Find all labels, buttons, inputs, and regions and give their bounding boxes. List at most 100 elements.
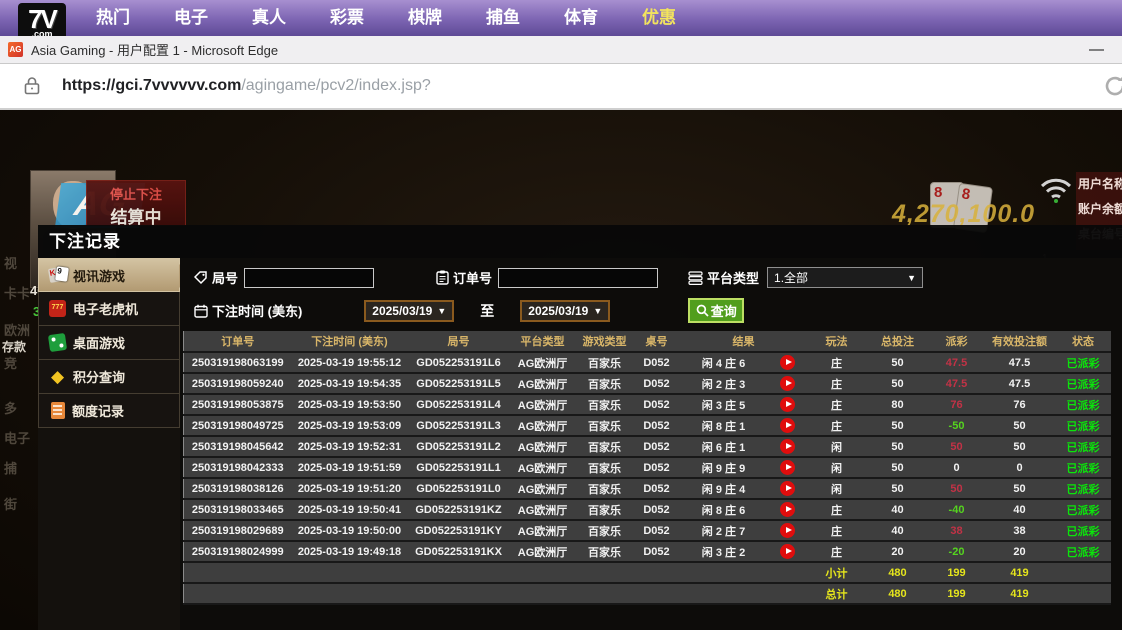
cell-payout: 47.5 <box>930 373 984 394</box>
cell-play-btn <box>768 478 808 499</box>
search-icon <box>696 304 709 317</box>
modal-sidebar: 视讯游戏电子老虎机桌面游戏◆积分查询额度记录 <box>38 258 180 630</box>
play-video-button[interactable] <box>780 355 795 370</box>
clipboard-icon <box>436 270 449 285</box>
sidebar-item-slot[interactable]: 电子老虎机 <box>38 292 180 326</box>
nav-item[interactable]: 真人 <box>252 3 286 28</box>
sidebar-item-diamond[interactable]: ◆积分查询 <box>38 360 180 394</box>
play-video-button[interactable] <box>780 502 795 517</box>
bet-records-modal: 下注记录 视讯游戏电子老虎机桌面游戏◆积分查询额度记录 局号 订单号 <box>38 225 1122 630</box>
sidebar-item-label: 视讯游戏 <box>73 266 125 285</box>
platform-label-wrap: 平台类型 <box>688 268 759 287</box>
subtotal-status <box>1056 562 1111 583</box>
session-info-label: 用户名称: <box>1078 175 1122 192</box>
refresh-icon[interactable] <box>1102 73 1122 99</box>
sidebar-item-document[interactable]: 额度记录 <box>38 394 180 428</box>
cell-total-bet: 50 <box>866 457 930 478</box>
cell-play-btn <box>768 352 808 373</box>
cell-result: 闲 4 庄 6 <box>680 352 768 373</box>
filter-row-1: 局号 订单号 平台类型 1.全部 <box>194 267 923 288</box>
order-no-label: 订单号 <box>453 268 492 287</box>
cell-time: 2025-03-19 19:49:18 <box>292 541 408 562</box>
cell-result: 闲 9 庄 4 <box>680 478 768 499</box>
subtotal-payout: 199 <box>930 562 984 583</box>
cell-play-btn <box>768 373 808 394</box>
play-video-button[interactable] <box>780 418 795 433</box>
cell-play-method: 庄 <box>808 499 866 520</box>
play-video-button[interactable] <box>780 397 795 412</box>
tag-icon <box>194 271 208 285</box>
cell-play-btn <box>768 520 808 541</box>
cell-blank <box>184 583 808 604</box>
sidebar-item-dice[interactable]: 桌面游戏 <box>38 326 180 360</box>
cell-time: 2025-03-19 19:54:35 <box>292 373 408 394</box>
column-header: 总投注 <box>866 331 930 352</box>
order-no-input[interactable] <box>498 268 658 288</box>
cell-total-bet: 80 <box>866 394 930 415</box>
play-video-button[interactable] <box>780 460 795 475</box>
cell-play-method: 庄 <box>808 352 866 373</box>
screen: 7V .com 热门电子真人彩票棋牌捕鱼体育优惠 AG Asia Gaming … <box>0 0 1122 630</box>
play-video-button[interactable] <box>780 439 795 454</box>
game-no-input[interactable] <box>244 268 374 288</box>
cell-valid-bet: 50 <box>984 415 1056 436</box>
cell-table-no: D052 <box>634 394 680 415</box>
ag-favicon: AG <box>8 42 23 57</box>
cell-time: 2025-03-19 19:53:50 <box>292 394 408 415</box>
cell-result: 闲 3 庄 5 <box>680 394 768 415</box>
play-video-button[interactable] <box>780 481 795 496</box>
play-video-button[interactable] <box>780 544 795 559</box>
cell-play-btn <box>768 499 808 520</box>
cell-payout: 38 <box>930 520 984 541</box>
grand-total-valid-bet: 419 <box>984 583 1056 604</box>
url-domain: https://gci.7vvvvvv.com <box>62 77 241 94</box>
filter-row-2: 下注时间 (美东) 2025/03/19 ▼ 至 2025/03/19 ▼ <box>194 298 744 323</box>
nav-item[interactable]: 体育 <box>564 3 598 28</box>
date-from-picker[interactable]: 2025/03/19 ▼ <box>364 300 454 322</box>
nav-item[interactable]: 优惠 <box>642 3 676 28</box>
url-text[interactable]: https://gci.7vvvvvv.com/agingame/pcv2/in… <box>62 77 431 95</box>
date-to-value: 2025/03/19 <box>528 304 588 318</box>
nav-item[interactable]: 电子 <box>174 3 208 28</box>
cell-time: 2025-03-19 19:50:41 <box>292 499 408 520</box>
modal-content: 局号 订单号 平台类型 1.全部 <box>180 258 1122 630</box>
cell-play-btn <box>768 394 808 415</box>
cell-play-method: 闲 <box>808 457 866 478</box>
date-to-picker[interactable]: 2025/03/19 ▼ <box>520 300 610 322</box>
cell-status: 已派彩 <box>1056 436 1111 457</box>
chevron-down-icon: ▼ <box>907 273 916 283</box>
play-video-button[interactable] <box>780 376 795 391</box>
grand-total-payout: 199 <box>930 583 984 604</box>
cell-order: 250319198063199 <box>184 352 292 373</box>
chevron-down-icon: ▼ <box>437 306 446 316</box>
cell-payout: 47.5 <box>930 352 984 373</box>
table-row: 2503191980497252025-03-19 19:53:09GD0522… <box>184 415 1111 436</box>
sidebar-item-label: 电子老虎机 <box>73 299 138 318</box>
cell-game-type: 百家乐 <box>576 352 634 373</box>
play-video-button[interactable] <box>780 523 795 538</box>
nav-item[interactable]: 彩票 <box>330 3 364 28</box>
sidebar-item-cards[interactable]: 视讯游戏 <box>38 258 180 292</box>
cell-valid-bet: 0 <box>984 457 1056 478</box>
nav-item[interactable]: 棋牌 <box>408 3 442 28</box>
cell-table-no: D052 <box>634 373 680 394</box>
table-row: 2503191980423332025-03-19 19:51:59GD0522… <box>184 457 1111 478</box>
cell-total-bet: 40 <box>866 520 930 541</box>
search-button[interactable]: 查询 <box>688 298 744 323</box>
lock-icon <box>24 77 40 95</box>
cell-platform: AG欧洲厅 <box>510 373 576 394</box>
grand-total-status <box>1056 583 1111 604</box>
nav-item[interactable]: 捕鱼 <box>486 3 520 28</box>
cell-game-type: 百家乐 <box>576 394 634 415</box>
cell-platform: AG欧洲厅 <box>510 394 576 415</box>
nav-item[interactable]: 热门 <box>96 3 130 28</box>
cell-game-type: 百家乐 <box>576 415 634 436</box>
cell-play-method: 庄 <box>808 394 866 415</box>
cell-platform: AG欧洲厅 <box>510 541 576 562</box>
minimize-button[interactable]: — <box>1089 41 1104 58</box>
cell-result: 闲 8 庄 1 <box>680 415 768 436</box>
platform-select[interactable]: 1.全部 ▼ <box>767 267 923 288</box>
cell-platform: AG欧洲厅 <box>510 520 576 541</box>
cell-table-no: D052 <box>634 352 680 373</box>
cell-play-method: 闲 <box>808 478 866 499</box>
